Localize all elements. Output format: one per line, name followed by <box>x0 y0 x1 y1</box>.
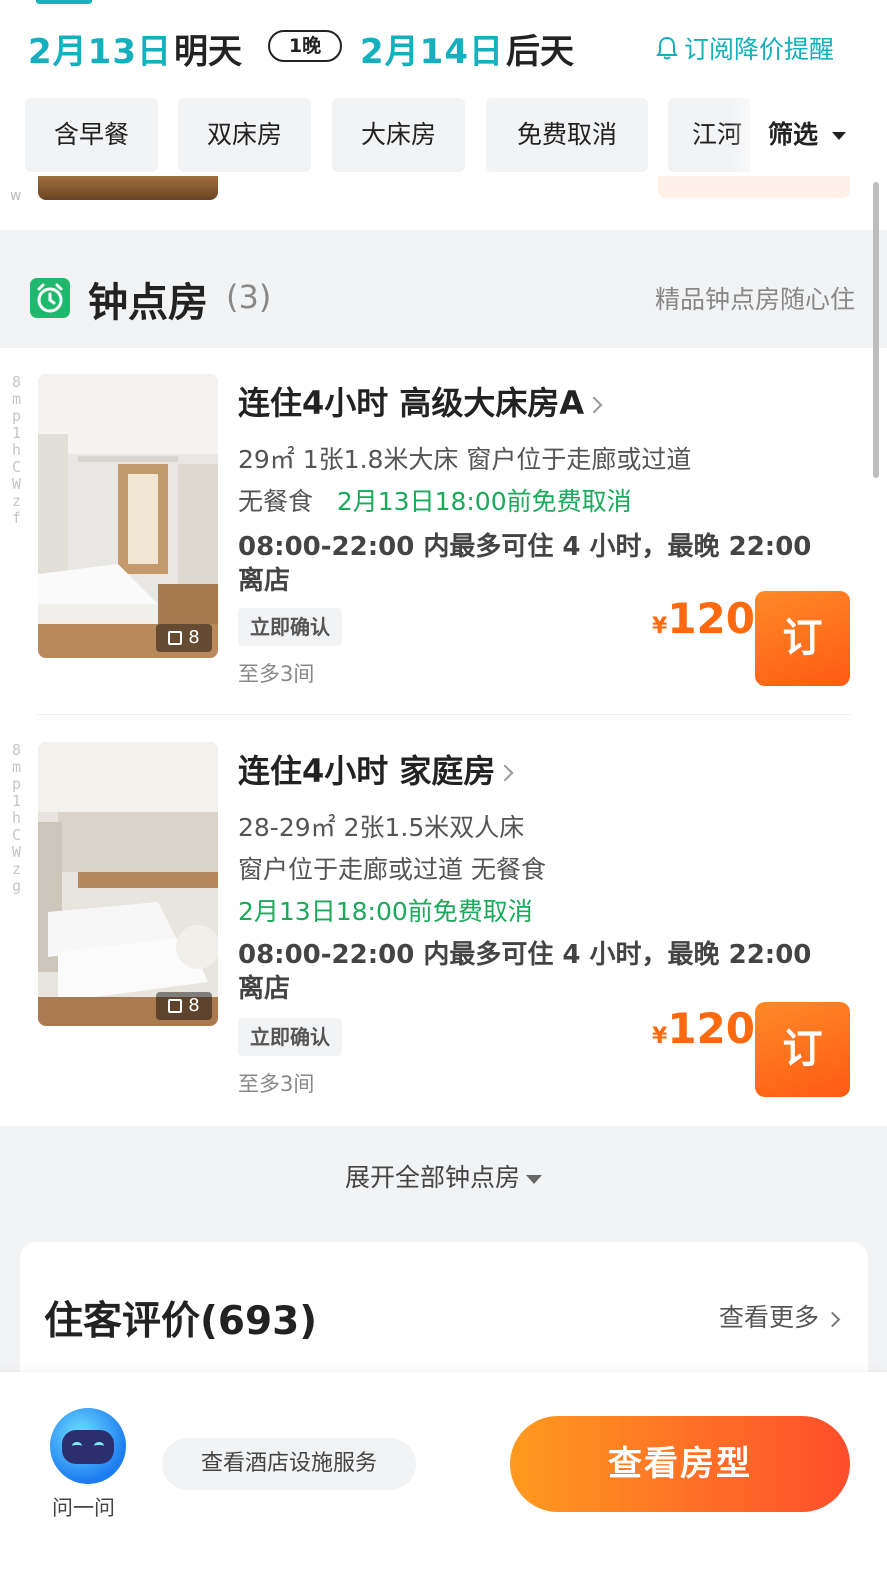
book-button[interactable]: 订 <box>755 1002 850 1097</box>
checkin-date[interactable]: 2月13日 <box>28 24 172 73</box>
room-photo[interactable]: 8 <box>38 742 218 1026</box>
cancel-policy: 2月13日18:00前免费取消 <box>336 487 632 516</box>
stay-hours: 08:00-22:00 内最多可住 4 小时，最晚 22:00 离店 <box>238 940 812 1004</box>
nights-badge: 1晚 <box>268 30 342 62</box>
checkout-date[interactable]: 2月14日 <box>360 24 504 73</box>
scrollbar[interactable] <box>873 182 879 478</box>
room-card[interactable]: 8mp1hCWzg 8 连住4小时 家庭房 28-29㎡ 2张1.5米双人床 窗… <box>0 716 887 1097</box>
photo-count: 8 <box>188 627 200 648</box>
filter-chip-breakfast[interactable]: 含早餐 <box>25 98 158 172</box>
section-title: 钟点房 <box>88 280 208 326</box>
section-count: (3) <box>226 278 272 316</box>
currency-symbol: ¥ <box>652 614 668 639</box>
divider <box>38 714 850 715</box>
checkin-day-word[interactable]: 明天 <box>174 24 242 73</box>
instant-confirm-tag: 立即确认 <box>238 1018 342 1056</box>
filter-chip-free-cancel[interactable]: 免费取消 <box>486 98 648 172</box>
hourly-room-header: 钟点房 (3) 精品钟点房随心住 <box>0 262 887 342</box>
bottom-action-bar: 问一问 查看酒店设施服务 查看房型 <box>0 1372 887 1570</box>
photo-icon <box>168 631 183 645</box>
robot-eye <box>72 1442 82 1450</box>
expand-label: 展开全部钟点房 <box>344 1163 520 1192</box>
dropdown-icon <box>832 132 847 140</box>
room-photo[interactable] <box>38 176 218 200</box>
view-rooms-button[interactable]: 查看房型 <box>510 1416 850 1512</box>
section-slogan: 精品钟点房随心住 <box>654 285 855 314</box>
filter-chip-king[interactable]: 大床房 <box>332 98 465 172</box>
chevron-right-icon <box>496 764 514 782</box>
photo-count: 8 <box>188 995 200 1016</box>
room-name-link[interactable]: 连住4小时 高级大床房A <box>238 378 603 424</box>
active-indicator <box>36 0 92 4</box>
meal-cancel-line: 无餐食 2月13日18:00前免费取消 <box>238 482 632 518</box>
cancel-policy: 2月13日18:00前免费取消 <box>238 897 533 926</box>
price-alert-label: 订阅降价提醒 <box>684 35 835 64</box>
room-photo[interactable]: 8 <box>38 374 218 658</box>
filter-button[interactable]: 筛选 <box>750 96 887 176</box>
checkout-day-word[interactable]: 后天 <box>506 24 574 73</box>
alarm-clock-icon <box>30 278 70 318</box>
meal-info: 无餐食 <box>238 487 314 516</box>
max-rooms: 至多3间 <box>238 662 315 686</box>
bell-icon <box>656 36 678 60</box>
chevron-right-icon <box>585 396 603 414</box>
vertical-code: w <box>10 188 22 204</box>
price-value: 120 <box>667 594 755 643</box>
reviews-title: 住客评价(693) <box>44 1299 318 1344</box>
view-more-link[interactable]: 查看更多 <box>718 1298 841 1334</box>
vertical-code: 8mp1hCWzg <box>12 741 22 895</box>
facility-services-button[interactable]: 查看酒店设施服务 <box>162 1438 416 1490</box>
room-card[interactable]: 8mp1hCWzf 8 连住4小时 高级大床房A 29㎡ 1张1.8米大床 窗户… <box>0 348 887 716</box>
room-specs: 28-29㎡ 2张1.5米双人床 <box>238 813 525 842</box>
view-more-label: 查看更多 <box>718 1303 819 1332</box>
max-rooms: 至多3间 <box>238 1072 315 1096</box>
room-price: ¥120 <box>652 594 755 643</box>
price-value: 120 <box>667 1004 755 1053</box>
room-price: ¥120 <box>652 1004 755 1053</box>
filter-chip-twin[interactable]: 双床房 <box>178 98 311 172</box>
room-photo-illustration <box>38 374 218 658</box>
reviews-card: 住客评价(693) 查看更多 <box>20 1242 868 1382</box>
room-specs: 29㎡ 1张1.8米大床 窗户位于走廊或过道 <box>238 445 692 474</box>
vertical-code: 8mp1hCWzf <box>12 373 22 527</box>
room-name: 连住4小时 家庭房 <box>238 752 496 790</box>
room-name-link[interactable]: 连住4小时 家庭房 <box>238 746 514 792</box>
window-meal-line: 窗户位于走廊或过道 无餐食 <box>238 855 546 884</box>
room-photo-illustration <box>38 742 218 1026</box>
stay-hours: 08:00-22:00 内最多可住 4 小时，最晚 22:00 离店 <box>238 532 812 596</box>
photo-icon <box>168 999 183 1013</box>
photo-count-badge: 8 <box>156 992 212 1020</box>
robot-eye <box>94 1442 104 1450</box>
currency-symbol: ¥ <box>652 1024 668 1049</box>
filter-chip-bar: 含早餐 双床房 大床房 免费取消 江河 筛选 <box>0 96 887 176</box>
expand-all-button[interactable]: 展开全部钟点房 <box>0 1158 887 1194</box>
previous-room-remnant: w <box>0 176 887 230</box>
chevron-right-icon <box>824 1311 841 1327</box>
price-alert-button[interactable]: 订阅降价提醒 <box>656 30 834 66</box>
caret-down-icon <box>526 1174 542 1184</box>
assistant-robot-icon[interactable] <box>50 1408 126 1484</box>
hourly-room-list: 8mp1hCWzf 8 连住4小时 高级大床房A 29㎡ 1张1.8米大床 窗户… <box>0 348 887 1126</box>
instant-confirm-tag: 立即确认 <box>238 608 342 646</box>
robot-face <box>62 1430 114 1464</box>
room-name: 连住4小时 高级大床房A <box>238 384 585 422</box>
book-button[interactable]: 订 <box>755 591 850 686</box>
book-button-remnant[interactable] <box>658 176 850 198</box>
ask-label[interactable]: 问一问 <box>52 1492 115 1522</box>
date-bar: 2月13日 明天 1晚 2月14日 后天 订阅降价提醒 <box>0 0 887 92</box>
filter-label: 筛选 <box>768 120 819 149</box>
photo-count-badge: 8 <box>156 624 212 652</box>
